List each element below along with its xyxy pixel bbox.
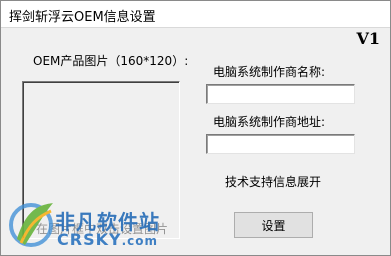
- title-bar[interactable]: 挥剑斩浮云OEM信息设置: [1, 1, 390, 28]
- crsky-watermark: 非凡软件站 CRSKY.com: [7, 197, 182, 253]
- window-title: 挥剑斩浮云OEM信息设置: [9, 10, 156, 25]
- watermark-en-suffix: .com: [121, 234, 158, 248]
- version-label: V1: [356, 29, 380, 48]
- manufacturer-address-input[interactable]: [206, 134, 355, 154]
- oem-settings-window: 挥剑斩浮云OEM信息设置 V1 OEM产品图片（160*120）: 在图片框中双…: [0, 0, 391, 256]
- manufacturer-address-label: 电脑系统制作商地址:: [213, 115, 326, 129]
- watermark-en-text: CRSKY.com: [57, 230, 158, 249]
- manufacturer-name-label: 电脑系统制作商名称:: [213, 65, 326, 79]
- settings-button[interactable]: 设置: [234, 212, 313, 238]
- manufacturer-name-input[interactable]: [206, 84, 355, 104]
- watermark-en-brand: CRSKY: [57, 230, 122, 249]
- crsky-logo-icon: [9, 203, 53, 247]
- oem-image-label: OEM产品图片（160*120）:: [33, 54, 189, 68]
- support-info-toggle[interactable]: 技术支持信息展开: [225, 173, 321, 190]
